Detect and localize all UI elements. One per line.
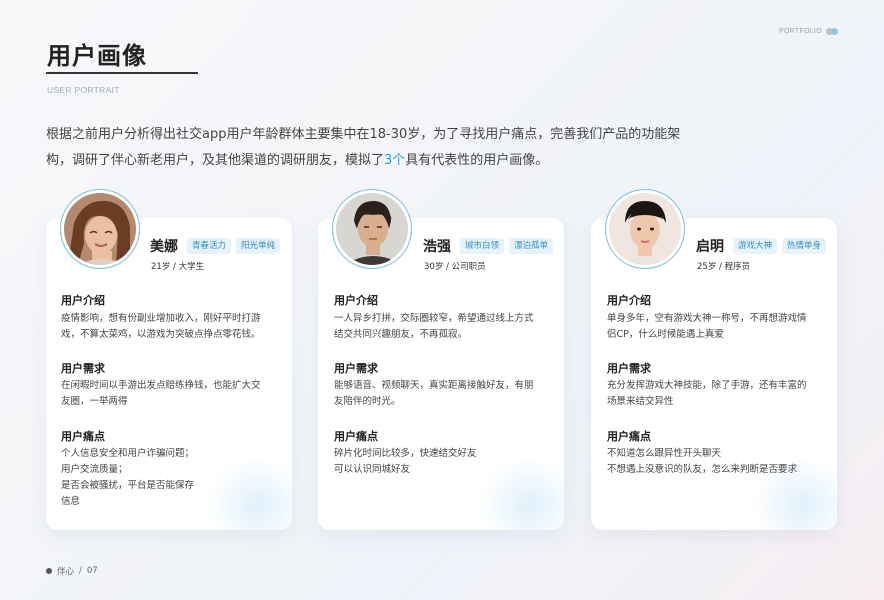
persona-avatar-3 xyxy=(605,189,685,269)
persona-header-3: 启明 游戏大神 热情单身 xyxy=(696,236,827,256)
persona-avatar-1 xyxy=(60,189,140,269)
section-title-intro: 用户介绍 xyxy=(61,294,105,307)
avatar-photo-man xyxy=(336,193,408,265)
persona-avatar-2 xyxy=(332,189,412,269)
intro-text-3: 具有代表性的用户画像。 xyxy=(405,153,549,168)
text-line: 能够语音、视频聊天，真实距离接触好友，有朋 xyxy=(334,380,534,391)
text-line: 疫情影响，想有份副业增加收入，刚好平时打游 xyxy=(61,313,261,324)
persona-tag: 游戏大神 xyxy=(733,238,778,254)
text-line: 碎片化时间比较多，快速结交好友 xyxy=(334,448,477,459)
section-text-intro: 一人异乡打拼，交际圈较窄，希望通过线上方式 结交共同兴趣朋友，不再孤寂。 xyxy=(334,311,549,343)
text-line: 侣CP，什么时候能遇上真爱 xyxy=(607,329,724,340)
section-text-needs: 能够语音、视频聊天，真实距离接触好友，有朋 友陪伴的时光。 xyxy=(334,378,549,410)
text-line: 友陪伴的时光。 xyxy=(334,396,401,407)
persona-tag: 青春活力 xyxy=(187,238,232,254)
avatar-photo-woman xyxy=(64,193,136,265)
intro-paragraph: 根据之前用户分析得出社交app用户年龄群体主要集中在18-30岁，为了寻找用户痛… xyxy=(46,122,706,174)
persona-header-2: 浩强 城市白领 漂泊孤单 xyxy=(423,236,554,256)
section-title-needs: 用户需求 xyxy=(334,362,378,375)
brand-text: PORTFOLIO xyxy=(778,28,822,35)
section-title-needs: 用户需求 xyxy=(607,362,651,375)
text-line: 场景来结交异性 xyxy=(607,396,674,407)
persona-tag: 热情单身 xyxy=(782,238,827,254)
avatar-photo-young-man xyxy=(609,193,681,265)
text-line: 友圈，一举两得 xyxy=(61,396,128,407)
section-text-pains: 碎片化时间比较多，快速结交好友 可以认识同城好友 xyxy=(334,446,549,478)
persona-meta: 30岁 / 公司职员 xyxy=(424,262,486,272)
text-line: 信息 xyxy=(61,496,81,507)
text-line: 单身多年，空有游戏大神一称号，不再想游戏情 xyxy=(607,313,807,324)
page-title: 用户画像 xyxy=(47,42,147,70)
section-title-pains: 用户痛点 xyxy=(61,430,105,443)
intro-text-1: 根据之前用户分析得出社交app用户年龄群体主要集中在18-30岁，为了寻找用户痛… xyxy=(46,127,681,142)
section-text-intro: 疫情影响，想有份副业增加收入，刚好平时打游 戏，不算太菜鸡，以游戏为突破点挣点零… xyxy=(61,311,276,343)
section-title-intro: 用户介绍 xyxy=(334,294,378,307)
section-text-pains: 个人信息安全和用户诈骗问题； 用户交流质量； 是否会被骚扰，平台是否能保存 信息 xyxy=(61,446,276,510)
text-line: 可以认识同城好友 xyxy=(334,464,411,475)
text-line: 个人信息安全和用户诈骗问题； xyxy=(61,448,195,459)
persona-name: 启明 xyxy=(696,239,724,255)
persona-tag: 阳光单纯 xyxy=(236,238,281,254)
section-title-needs: 用户需求 xyxy=(61,362,105,375)
text-line: 戏，不算太菜鸡，以游戏为突破点挣点零花钱。 xyxy=(61,329,261,340)
text-line: 在闲暇时间以手游出发点赔练挣钱，也能扩大交 xyxy=(61,380,261,391)
footer-brand: 伴心 xyxy=(57,567,75,577)
title-underline xyxy=(46,72,198,74)
brand-mark: PORTFOLIO xyxy=(779,28,838,35)
persona-meta: 25岁 / 程序员 xyxy=(697,262,751,272)
text-line: 用户交流质量； xyxy=(61,464,128,475)
section-text-needs: 在闲暇时间以手游出发点赔练挣钱，也能扩大交 友圈，一举两得 xyxy=(61,378,276,410)
persona-header-1: 美娜 青春活力 阳光单纯 xyxy=(150,236,281,256)
text-line: 一人异乡打拼，交际圈较窄，希望通过线上方式 xyxy=(334,313,534,324)
section-title-pains: 用户痛点 xyxy=(334,430,378,443)
section-text-pains: 不知道怎么跟异性开头聊天 不想遇上没意识的队友，怎么来判断是否要求 xyxy=(607,446,822,478)
page-subtitle: USER PORTRAIT xyxy=(47,85,120,95)
text-line: 不知道怎么跟异性开头聊天 xyxy=(607,448,722,459)
brand-dots-icon xyxy=(826,28,838,35)
text-line: 结交共同兴趣朋友，不再孤寂。 xyxy=(334,329,468,340)
section-text-needs: 充分发挥游戏大神技能，除了手游，还有丰富的 场景来结交异性 xyxy=(607,378,822,410)
intro-text-2: 构，调研了伴心新老用户，及其他渠道的调研朋友，模拟了 xyxy=(46,153,385,168)
section-title-pains: 用户痛点 xyxy=(607,430,651,443)
page-number: 07 xyxy=(86,566,98,576)
persona-tag: 漂泊孤单 xyxy=(509,238,554,254)
persona-tag: 城市白领 xyxy=(460,238,505,254)
section-text-intro: 单身多年，空有游戏大神一称号，不再想游戏情 侣CP，什么时候能遇上真爱 xyxy=(607,311,822,343)
intro-highlight: 3个 xyxy=(384,153,406,168)
persona-meta: 21岁 / 大学生 xyxy=(151,262,205,272)
text-line: 充分发挥游戏大神技能，除了手游，还有丰富的 xyxy=(607,380,807,391)
text-line: 不想遇上没意识的队友，怎么来判断是否要求 xyxy=(607,464,798,475)
persona-name: 浩强 xyxy=(423,239,451,255)
section-title-intro: 用户介绍 xyxy=(607,294,651,307)
text-line: 是否会被骚扰，平台是否能保存 xyxy=(61,480,195,491)
persona-name: 美娜 xyxy=(150,239,178,255)
bullet-dot-icon xyxy=(46,568,52,574)
footer-separator: / xyxy=(79,566,82,576)
page-footer: 伴心 / 07 xyxy=(46,565,98,577)
